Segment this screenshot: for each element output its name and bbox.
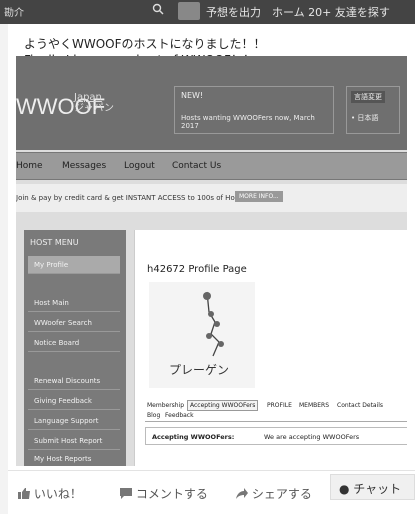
chat-button[interactable]: ● チャット [330,474,415,500]
profile-title: h42672 Profile Page [147,264,247,275]
news-item[interactable]: Hosts wanting WWOOFers now, March 2017 [181,114,315,130]
nav-home[interactable]: Home [16,161,43,171]
sidebar-item-giving-feedback[interactable]: Giving Feedback [28,392,120,410]
news-box: NEW! Hosts wanting WWOOFers now, March 2… [174,86,334,134]
more-info-button[interactable]: MORE INFO... [235,191,283,202]
top-navigation-bar: 勘介 予想を出力 ホーム 20+ 友達を探す [0,0,415,24]
accepting-label: Accepting WWOOFers: [152,433,235,441]
thumbs-up-icon [18,488,30,499]
tab-membership[interactable]: Membership [147,402,184,409]
profile-main: h42672 Profile Page プレーゲン Membership Acc… [134,230,407,466]
sidebar-item-notice-board[interactable]: Notice Board [28,334,120,352]
tab-members[interactable]: MEMBERS [299,402,329,409]
host-menu-sidebar: HOST MENU My Profile Host Main WWoofer S… [24,230,126,466]
sidebar-item-my-host-reports[interactable]: My Host Reports [28,450,120,466]
like-label: いいね！ [33,487,82,501]
language-button[interactable]: 言語変更 [351,91,385,103]
tab-feedback[interactable]: Feedback [165,412,194,419]
comment-button[interactable]: コメントする [120,485,208,502]
tab-profile[interactable]: PROFILE [267,402,292,409]
accepting-value: We are accepting WWOOFers [264,433,360,441]
sidebar-item-submit-host-report[interactable]: Submit Host Report [28,432,120,450]
share-label: シェアする [251,487,312,501]
tab-accepting-wwoofers[interactable]: Accepting WWOOFers [187,400,259,411]
accepting-info: Accepting WWOOFers: We are accepting WWO… [145,427,407,445]
comment-label: コメントする [135,487,208,501]
like-button[interactable]: いいね！ [18,485,82,502]
profile-tabs: Membership Accepting WWOOFers PROFILE ME… [145,400,407,422]
site-logo-sub: Japan ジャパン [74,92,114,114]
nav-contact[interactable]: Contact Us [172,161,221,171]
sidebar-item-wwoofer-search[interactable]: WWoofer Search [28,314,120,332]
post-text-line-1: ようやくWWOOFのホストになりました！！ [24,37,266,51]
promo-bar: Join & pay by credit card & get INSTANT … [16,184,407,212]
profile-image: プレーゲン [149,282,255,388]
tab-blog[interactable]: Blog [147,412,160,419]
host-menu-title: HOST MENU [30,238,79,247]
news-title: NEW! [181,91,204,100]
comment-icon [120,488,132,499]
share-icon [236,488,248,499]
language-box: 言語変更 • 日本語 [346,86,400,134]
top-nav-links[interactable]: 予想を出力 ホーム 20+ 友達を探す [206,4,390,20]
share-button[interactable]: シェアする [236,485,312,502]
nav-messages[interactable]: Messages [62,161,106,171]
sidebar-item-language-support[interactable]: Language Support [28,412,120,430]
sidebar-item-host-main[interactable]: Host Main [28,294,120,312]
sidebar-item-my-profile[interactable]: My Profile [28,256,120,274]
site-nav: Home Messages Logout Contact Us [16,152,407,180]
user-name[interactable]: 勘介 [4,4,24,19]
promo-text: Join & pay by credit card & get INSTANT … [16,194,245,202]
logo-sub-ja: ジャパン [74,103,114,114]
sidebar-item-renewal-discounts[interactable]: Renewal Discounts [28,372,120,390]
nav-logout[interactable]: Logout [124,161,155,171]
site-header: WWOOF Japan ジャパン NEW! Hosts wanting WWOO… [16,56,407,150]
search-icon[interactable] [152,3,164,15]
tab-contact-details[interactable]: Contact Details [337,402,383,409]
logo-sub-en: Japan [74,92,102,103]
attached-screenshot[interactable]: WWOOF Japan ジャパン NEW! Hosts wanting WWOO… [16,56,407,466]
avatar[interactable] [178,2,200,20]
language-item[interactable]: • 日本語 [351,114,378,122]
profile-image-caption: プレーゲン [169,363,229,377]
